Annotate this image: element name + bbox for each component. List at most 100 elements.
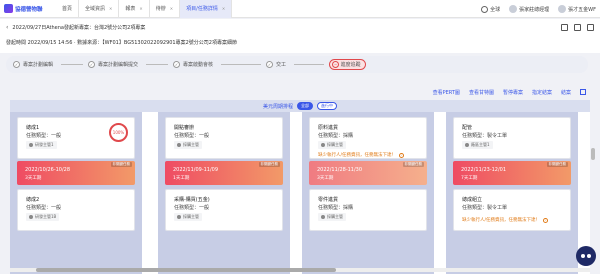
person-icon [177,143,181,147]
task-card[interactable]: 總成2 任務類型：一般 研發主管1B [17,189,135,231]
task-name: 采購-購買(五金) [174,197,210,203]
close-icon[interactable]: ✕ [222,6,225,11]
task-card[interactable]: 原料進貨 任務類型：採購 採購主管 缺少執行人/任務資訊，任務無法下達！ › [309,117,427,159]
task-type: 任務類型：一般 [174,133,210,139]
view-gantt-button[interactable]: 查看甘特圖 [469,89,494,96]
step-label: 專案啟動會核 [183,62,214,68]
task-card[interactable]: 配管 任務類型：製令工單 廠區主管1 [453,117,571,159]
board-toolbar: 查看PERT圖 查看甘特圖 暫停專案 指定結案 結案 [433,89,586,96]
task-type: 任務類型：一般 [26,205,62,211]
task-name: 開點審辦 [174,125,195,131]
owner-name: 採購主管 [327,214,343,219]
avatar [509,5,518,13]
tab-todo[interactable]: 待辦 ✕ [150,0,181,18]
task-name: 原料進貨 [318,125,339,131]
missing-assignee-warning: 缺少執行人/任務資訊，任務無法下達！ › [462,217,549,223]
fullscreen-icon[interactable] [580,89,586,95]
date-range: 2022/11/09-11/09 [173,167,219,173]
task-name: 零件進貨 [318,197,339,203]
owner-name: 研發主管1B [35,214,57,219]
tab-reports[interactable]: 報表 ✕ [119,0,150,18]
tab-global-info[interactable]: 全域資訊 ✕ [79,0,120,18]
task-owner: 採購主管 [318,213,346,221]
step-handover[interactable]: ✓ 交工 [266,61,329,68]
task-card[interactable]: 總成組立 任務類型：製令工單 缺少執行人/任務資訊，任務無法下達！ › [453,189,571,231]
project-subtitle: 發起時間 2022/09/15 14:56 · 數據來源：【WF01】BG513… [6,40,237,46]
task-card[interactable]: 開點審辦 任務類型：一般 採購主管 [165,117,283,159]
warning-text: 缺少執行人/任務資訊，任務無法下達！ [318,153,397,158]
board-column: 配管 任務類型：製令工單 廠區主管1 非關鍵任務 2022/11/23-12/0… [446,112,578,274]
logo-text: 協德營物聯 [15,6,43,13]
missing-assignee-warning: 缺少執行人/任務資訊，任務無法下達！ › [318,152,405,158]
duration: 3天工期 [317,176,334,181]
scrollbar-thumb[interactable] [36,268,336,272]
task-name: 配管 [462,125,473,131]
breadcrumb: ‹ 2022/09/27日Athena發起新專案：台灣2號分公司2項專案 [6,24,145,31]
step-kickoff-review[interactable]: ✓ 專案啟動會核 [173,61,266,68]
info-icon[interactable]: › [399,152,405,158]
task-type: 任務類型：採購 [318,205,354,211]
task-type: 任務類型：製令工單 [462,205,508,211]
header-actions [561,24,594,31]
tab-label: 待辦 [155,6,166,12]
language-switcher[interactable]: 全球 [481,5,501,13]
step-label: 專案計劃編輯 [23,62,54,68]
info-icon[interactable]: › [543,217,549,223]
task-type: 任務類型：一般 [26,133,62,139]
filter-in-progress-toggle[interactable]: 進行中 [317,102,337,110]
step-plan-edit[interactable]: ✓ 專案計劃編輯 [13,61,88,68]
current-step-pill: − 進度追蹤 [329,59,366,70]
step-label: 交工 [276,62,287,68]
user-menu[interactable]: 張家莊總經理 [509,5,549,13]
close-project-button[interactable]: 結案 [561,89,571,96]
step-progress-tracking[interactable]: − 進度追蹤 [329,59,366,70]
critical-tag: 非關鍵任務 [546,162,568,167]
view-pert-button[interactable]: 查看PERT圖 [433,89,460,96]
horizontal-scrollbar[interactable] [10,268,590,272]
expand-icon[interactable] [561,24,568,31]
tab-label: 首頁 [62,6,73,12]
filter-all-toggle[interactable]: 全部 [297,102,313,110]
tab-project-task-detail[interactable]: 項目/任務詳情 ✕ [180,0,233,18]
close-icon[interactable]: ✕ [170,6,173,11]
task-card[interactable]: 采購-購買(五金) 任務類型：一般 採購主管 [165,189,283,231]
more-icon[interactable] [587,24,594,31]
tab-home[interactable]: 首頁 [56,0,80,18]
project-header: ‹ 2022/09/27日Athena發起新專案：台灣2號分公司2項專案 發起時… [0,19,600,53]
step-label: 進度追蹤 [340,62,361,68]
task-owner: 採購主管 [174,213,202,221]
task-card[interactable]: 零件進貨 任務類型：採購 採購主管 [309,189,427,231]
task-owner: 研發主管1B [26,213,60,221]
vertical-scrollbar[interactable] [591,148,595,160]
close-icon[interactable]: ✕ [139,6,142,11]
person-icon [465,143,469,147]
duration: 3天工期 [25,176,42,181]
close-icon[interactable]: ✕ [109,6,112,11]
date-range: 2022/11/23-12/01 [461,167,507,173]
task-owner: 採購主管 [174,141,202,149]
check-icon: ✓ [266,61,274,68]
assistant-bot-icon[interactable] [576,246,596,266]
app-logo[interactable]: 協德營物聯 [4,4,56,14]
task-board: 美元周期排程 全部 進行中 總成1 任務類型：一般 研發主管1 100% 非關鍵… [10,100,590,274]
step-plan-submit[interactable]: ✓ 專案計劃編輯提交 [88,61,173,68]
user-name: 張家莊總經理 [519,6,550,13]
assign-close-button[interactable]: 指定結案 [532,89,552,96]
share-icon[interactable] [574,24,581,31]
company-menu[interactable]: 張才五金WF [558,5,596,13]
back-arrow-icon[interactable]: ‹ [6,24,8,31]
task-type: 任務類型：採購 [318,133,354,139]
page-title: 2022/09/27日Athena發起新專案：台灣2號分公司2項專案 [12,25,146,31]
pause-project-button[interactable]: 暫停專案 [503,89,523,96]
step-connector [146,64,169,65]
board-title: 美元周期排程 [262,103,293,110]
progress-ring: 100% [109,123,128,142]
person-icon [321,143,325,147]
date-band: 非關鍵任務 2022/11/28-11/30 3天工期 [309,161,427,185]
language-label: 全球 [490,6,501,13]
owner-name: 研發主管1 [35,142,54,147]
person-icon [29,143,33,147]
task-card[interactable]: 總成1 任務類型：一般 研發主管1 100% [17,117,135,159]
tab-label: 全域資訊 [85,6,106,12]
check-icon: ✓ [173,61,181,68]
